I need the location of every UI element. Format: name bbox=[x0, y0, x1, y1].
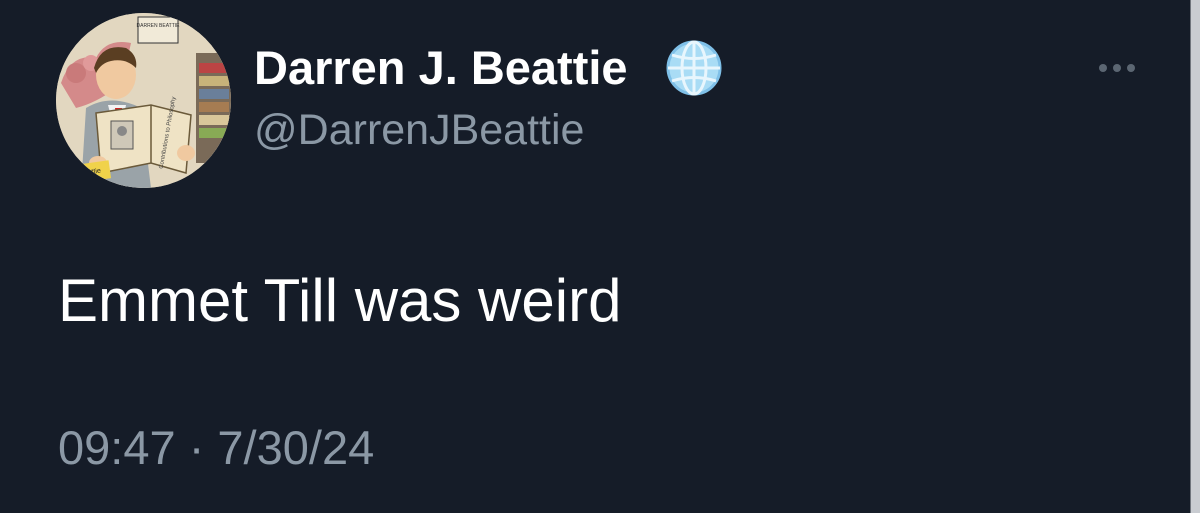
avatar-poster-label: DARREN BEATTIE bbox=[137, 23, 181, 29]
timestamp[interactable]: 09:47 · 7/30/24 bbox=[58, 418, 374, 478]
more-button[interactable] bbox=[1092, 50, 1142, 86]
avatar-sign-label: Beattie bbox=[79, 167, 102, 177]
avatar-illustration: DARREN BEATTIE Contributions to Philosop… bbox=[56, 13, 231, 188]
more-horizontal-icon bbox=[1099, 64, 1135, 72]
display-name[interactable]: Darren J. Beattie bbox=[254, 38, 628, 98]
avatar[interactable]: DARREN BEATTIE Contributions to Philosop… bbox=[56, 13, 231, 188]
scrollbar-edge bbox=[1186, 0, 1200, 513]
tweet-date: 7/30/24 bbox=[217, 421, 375, 474]
tweet-card: DARREN BEATTIE Contributions to Philosop… bbox=[0, 0, 1186, 513]
time-separator: · bbox=[188, 421, 205, 474]
globe-icon bbox=[664, 38, 724, 98]
tweet-time: 09:47 bbox=[58, 421, 176, 474]
tweet-text: Emmet Till was weird bbox=[58, 267, 622, 334]
handle[interactable]: @DarrenJBeattie bbox=[254, 102, 584, 158]
